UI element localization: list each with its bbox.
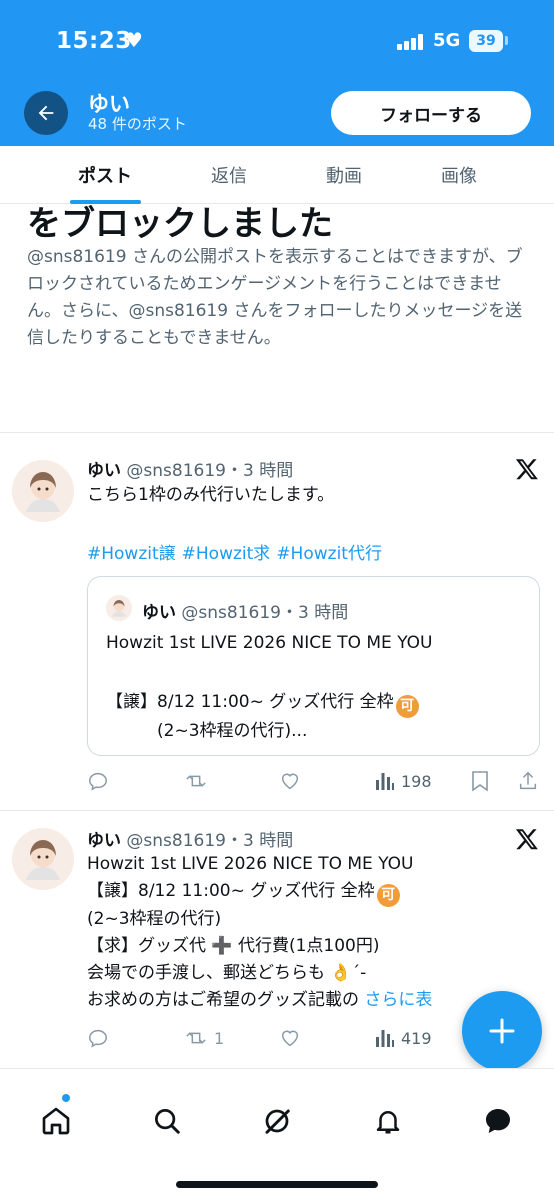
author-name: ゆい xyxy=(142,603,176,623)
like-button[interactable] xyxy=(279,1025,301,1051)
nav-home[interactable] xyxy=(36,1101,76,1141)
compose-plus-icon xyxy=(489,1018,515,1044)
post-count: 48 件のポスト xyxy=(88,115,187,133)
reply-icon xyxy=(89,772,107,791)
search-icon xyxy=(155,1109,180,1134)
quote-text: (2~3枠程の代行)... xyxy=(157,721,308,741)
views-icon xyxy=(376,773,394,790)
messages-icon xyxy=(486,1109,510,1133)
status-time: 15:23 xyxy=(56,28,132,54)
post-text: こちら1枠のみ代行いたします。 xyxy=(87,485,335,505)
tab-posts[interactable]: ポスト xyxy=(40,146,170,204)
retweet-button[interactable] xyxy=(184,768,208,794)
author-meta: @sns81619・3 時間 xyxy=(126,461,294,481)
home-icon xyxy=(42,1107,70,1135)
avatar[interactable] xyxy=(12,828,74,890)
post-text: (2~3枠程の代行) xyxy=(87,909,222,929)
profile-tabs: ポスト 返信 動画 画像 xyxy=(0,146,554,204)
quote-text: Howzit 1st LIVE 2026 NICE TO ME YOU xyxy=(106,633,433,653)
reply-button[interactable] xyxy=(87,768,109,794)
like-button[interactable] xyxy=(279,768,301,794)
reply-button[interactable] xyxy=(87,1025,109,1051)
x-logo-icon xyxy=(515,459,538,480)
retweet-icon xyxy=(186,775,206,787)
views-button[interactable]: 198 xyxy=(375,768,432,794)
divider xyxy=(0,810,554,811)
post-text: Howzit 1st LIVE 2026 NICE TO ME YOU xyxy=(87,854,414,874)
battery-cap xyxy=(505,36,508,45)
tab-replies[interactable]: 返信 xyxy=(170,146,288,204)
avatar[interactable] xyxy=(12,460,74,522)
tab-images[interactable]: 画像 xyxy=(400,146,518,204)
views-button[interactable]: 419 xyxy=(375,1025,432,1051)
notifications-icon xyxy=(376,1111,400,1134)
retweet-button[interactable]: 1 xyxy=(184,1025,224,1051)
hashtag-link[interactable]: #Howzit譲 xyxy=(87,544,176,564)
author-name[interactable]: ゆい xyxy=(87,461,121,481)
quote-text: 【譲】8/12 11:00~ グッズ代行 全枠可 xyxy=(106,687,419,718)
post-header: ゆい @sns81619・3 時間 xyxy=(87,826,293,851)
quote-header: ゆい @sns81619・3 時間 xyxy=(142,598,348,623)
follow-button[interactable]: フォローする xyxy=(331,91,531,135)
retweet-count: 1 xyxy=(214,1028,225,1048)
share-icon xyxy=(519,771,537,790)
views-count: 198 xyxy=(401,771,432,791)
grok-icon xyxy=(265,1109,290,1134)
post-text: 会場での手渡し、郵送どちらも 👌´- xyxy=(87,963,367,983)
tab-videos[interactable]: 動画 xyxy=(285,146,403,204)
author-name[interactable]: ゆい xyxy=(87,831,121,851)
nav-notifications[interactable] xyxy=(368,1101,408,1141)
post-text: 【譲】8/12 11:00~ グッズ代行 全枠可 xyxy=(87,879,400,907)
blocked-message: @sns81619 さんの公開ポストを表示することはできますが、ブロックされてい… xyxy=(27,247,523,348)
network-label: 5G xyxy=(433,30,461,51)
quoted-post[interactable]: ゆい @sns81619・3 時間 Howzit 1st LIVE 2026 N… xyxy=(87,576,540,756)
like-icon xyxy=(281,773,299,790)
signal-icon xyxy=(397,34,423,50)
nav-search[interactable] xyxy=(147,1101,187,1141)
post-actions: 198 xyxy=(87,768,541,794)
profile-header: 15:23 ♥ 5G 39 ゆい 48 件のポスト フォローする xyxy=(0,0,554,146)
heart-icon: ♥ xyxy=(125,28,143,52)
show-more-link[interactable]: さらに表 xyxy=(364,990,432,1010)
back-arrow-icon xyxy=(38,105,54,121)
post-text: お求めの方はご希望のグッズ記載の さらに表 xyxy=(87,990,433,1010)
ka-badge: 可 xyxy=(376,884,400,907)
unread-dot xyxy=(62,1094,70,1102)
nav-grok[interactable] xyxy=(257,1101,297,1141)
like-icon xyxy=(281,1030,299,1047)
reply-icon xyxy=(89,1029,107,1048)
bookmark-button[interactable] xyxy=(470,768,490,794)
avatar xyxy=(106,595,132,621)
bookmark-icon xyxy=(472,771,488,792)
post-text: 【求】グッズ代 ➕ 代行費(1点100円) xyxy=(87,936,380,956)
retweet-icon xyxy=(186,1032,206,1044)
nav-messages[interactable] xyxy=(478,1101,518,1141)
ka-badge: 可 xyxy=(395,695,419,718)
hashtag-link[interactable]: #Howzit求 xyxy=(182,544,271,564)
share-button[interactable] xyxy=(517,768,539,794)
hashtags: #Howzit譲 #Howzit求 #Howzit代行 xyxy=(87,539,388,564)
battery-icon: 39 xyxy=(469,30,503,52)
post-header: ゆい @sns81619・3 時間 xyxy=(87,456,293,481)
divider xyxy=(0,432,554,433)
x-logo-icon xyxy=(515,829,538,850)
hashtag-link[interactable]: #Howzit代行 xyxy=(276,544,382,564)
back-button[interactable] xyxy=(24,91,68,135)
views-icon xyxy=(376,1030,394,1047)
author-meta: @sns81619・3 時間 xyxy=(126,831,294,851)
active-tab-indicator xyxy=(70,200,141,204)
author-meta: @sns81619・3 時間 xyxy=(181,603,349,623)
compose-button[interactable] xyxy=(462,991,542,1071)
views-count: 419 xyxy=(401,1028,432,1048)
home-indicator xyxy=(176,1181,378,1188)
